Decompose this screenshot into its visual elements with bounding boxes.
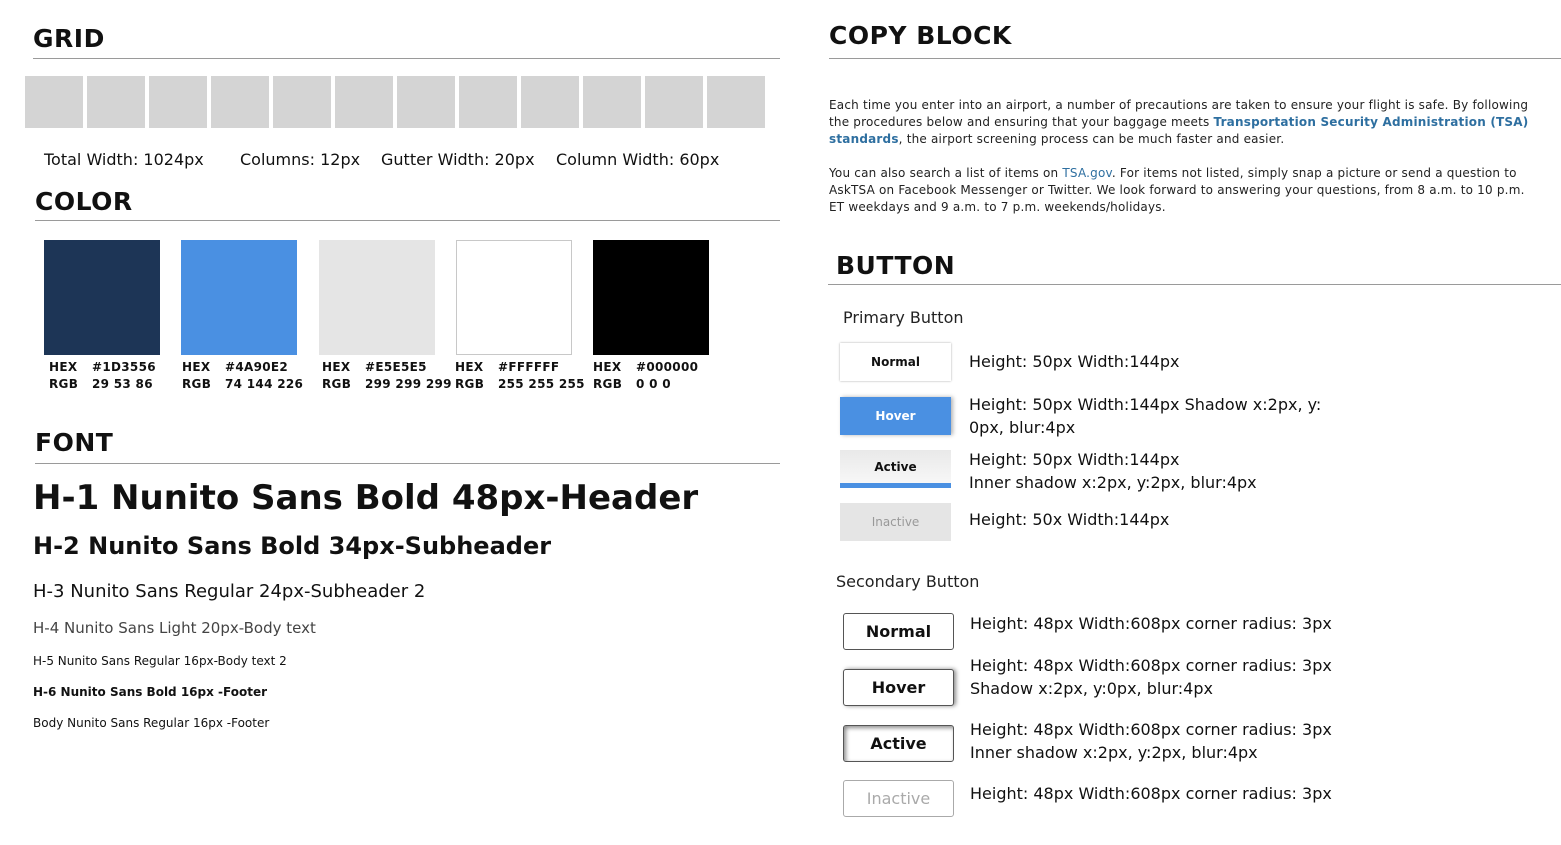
rgb-label: RGB (455, 377, 485, 391)
color-info-navy: HEX #1D3556 RGB 29 53 86 (49, 359, 156, 393)
hex-label: HEX (322, 360, 351, 374)
copy-paragraph-1: Each time you enter into an airport, a n… (829, 97, 1539, 148)
rgb-value: 0 0 0 (636, 377, 671, 391)
font-sample-h6: H-6 Nunito Sans Bold 16px -Footer (33, 685, 268, 699)
hex-value: #1D3556 (92, 360, 156, 374)
hex-value: #FFFFFF (498, 360, 560, 374)
hex-label: HEX (593, 360, 622, 374)
primary-button-label: Primary Button (843, 308, 964, 327)
grid-column (211, 76, 269, 128)
secondary-hover-spec: Height: 48px Width:608px corner radius: … (970, 654, 1332, 700)
primary-inactive-spec: Height: 50x Width:144px (969, 510, 1170, 529)
secondary-button-active[interactable]: Active (843, 725, 954, 762)
grid-gutter-width: Gutter Width: 20px (381, 150, 535, 169)
grid-column (459, 76, 517, 128)
grid-column (707, 76, 765, 128)
secondary-button-normal[interactable]: Normal (843, 613, 954, 650)
color-swatch-navy (44, 240, 160, 355)
grid-title: GRID (33, 24, 105, 53)
hex-value: #4A90E2 (225, 360, 289, 374)
primary-button-inactive: Inactive (840, 503, 951, 541)
color-info-light-gray: HEX #E5E5E5 RGB 299 299 299 (322, 359, 452, 393)
grid-column (645, 76, 703, 128)
spec-line-1: Height: 48px Width:608px corner radius: … (970, 656, 1332, 675)
font-sample-h2: H-2 Nunito Sans Bold 34px-Subheader (33, 532, 552, 560)
primary-normal-spec: Height: 50px Width:144px (969, 352, 1180, 371)
font-sample-h3: H-3 Nunito Sans Regular 24px-Subheader 2 (33, 581, 426, 602)
hex-label: HEX (49, 360, 78, 374)
grid-column (397, 76, 455, 128)
color-divider (35, 220, 780, 221)
rgb-value: 299 299 299 (365, 377, 452, 391)
grid-divider (33, 58, 780, 59)
color-swatch-black (593, 240, 709, 355)
spec-line-2: Inner shadow x:2px, y:2px, blur:4px (970, 743, 1258, 762)
font-sample-body: Body Nunito Sans Regular 16px -Footer (33, 716, 270, 730)
color-info-black: HEX #000000 RGB 0 0 0 (593, 359, 698, 393)
rgb-label: RGB (49, 377, 79, 391)
grid-column (149, 76, 207, 128)
rgb-value: 255 255 255 (498, 377, 585, 391)
copy-text: You can also search a list of items on (829, 166, 1063, 180)
spec-line-2: Inner shadow x:2px, y:2px, blur:4px (969, 473, 1257, 492)
secondary-inactive-spec: Height: 48px Width:608px corner radius: … (970, 784, 1332, 803)
grid-column (273, 76, 331, 128)
secondary-button-inactive: Inactive (843, 780, 954, 817)
spec-line-2: Shadow x:2px, y:0px, blur:4px (970, 679, 1213, 698)
hex-value: #E5E5E5 (365, 360, 427, 374)
copy-text: , the airport screening process can be m… (898, 132, 1285, 146)
secondary-button-hover[interactable]: Hover (843, 669, 954, 706)
grid-column (335, 76, 393, 128)
color-title: COLOR (35, 187, 133, 216)
secondary-button-label: Secondary Button (836, 572, 980, 591)
color-swatch-light-gray (319, 240, 435, 355)
hex-label: HEX (182, 360, 211, 374)
rgb-label: RGB (593, 377, 623, 391)
rgb-label: RGB (182, 377, 212, 391)
rgb-label: RGB (322, 377, 352, 391)
tsa-gov-link[interactable]: TSA.gov (1062, 166, 1112, 180)
secondary-normal-spec: Height: 48px Width:608px corner radius: … (970, 614, 1332, 633)
grid-column (87, 76, 145, 128)
spec-line-1: Height: 50px Width:144px (969, 450, 1180, 469)
grid-column (583, 76, 641, 128)
copy-block-title: COPY BLOCK (829, 21, 1012, 50)
font-sample-h1: H-1 Nunito Sans Bold 48px-Header (33, 478, 699, 518)
copy-paragraph-2: You can also search a list of items on T… (829, 165, 1539, 216)
font-sample-h5: H-5 Nunito Sans Regular 16px-Body text 2 (33, 654, 287, 668)
color-info-blue: HEX #4A90E2 RGB 74 144 226 (182, 359, 303, 393)
grid-total-width: Total Width: 1024px (44, 150, 204, 169)
color-swatch-white (456, 240, 572, 355)
grid-column (25, 76, 83, 128)
rgb-value: 74 144 226 (225, 377, 304, 391)
primary-active-spec: Height: 50px Width:144px Inner shadow x:… (969, 448, 1257, 494)
button-title: BUTTON (836, 251, 956, 280)
font-title: FONT (35, 428, 114, 457)
primary-hover-spec: Height: 50px Width:144px Shadow x:2px, y… (969, 393, 1321, 439)
hex-value: #000000 (636, 360, 699, 374)
hex-label: HEX (455, 360, 484, 374)
grid-columns (25, 76, 765, 128)
font-sample-h4: H-4 Nunito Sans Light 20px-Body text (33, 619, 316, 637)
secondary-active-spec: Height: 48px Width:608px corner radius: … (970, 718, 1332, 764)
spec-line-1: Height: 50px Width:144px Shadow x:2px, y… (969, 395, 1322, 414)
rgb-value: 29 53 86 (92, 377, 153, 391)
spec-line-2: 0px, blur:4px (969, 418, 1076, 437)
primary-button-hover[interactable]: Hover (840, 397, 951, 435)
grid-column-width: Column Width: 60px (556, 150, 720, 169)
color-info-white: HEX #FFFFFF RGB 255 255 255 (455, 359, 585, 393)
color-swatch-blue (181, 240, 297, 355)
button-divider (828, 284, 1561, 285)
primary-button-active[interactable]: Active (840, 450, 951, 488)
spec-line-1: Height: 48px Width:608px corner radius: … (970, 720, 1332, 739)
font-divider (35, 463, 780, 464)
copy-block-divider (829, 58, 1561, 59)
grid-columns-count: Columns: 12px (240, 150, 361, 169)
grid-column (521, 76, 579, 128)
primary-button-normal[interactable]: Normal (840, 343, 951, 381)
